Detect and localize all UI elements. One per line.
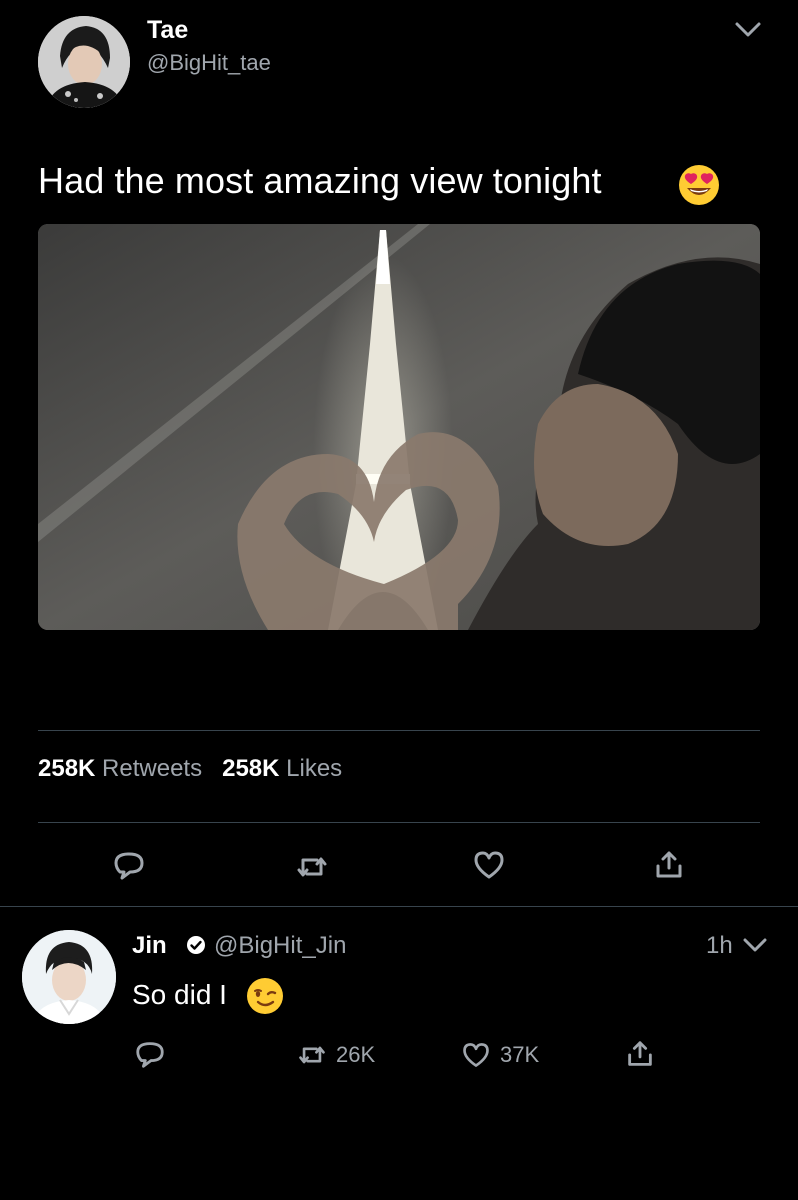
like-icon xyxy=(463,1043,489,1067)
author-handle[interactable]: @BigHit_tae xyxy=(147,50,271,76)
share-icon[interactable] xyxy=(652,848,686,882)
share-icon[interactable] xyxy=(624,1038,656,1070)
reply-icon[interactable] xyxy=(112,848,146,882)
divider xyxy=(38,730,760,731)
author-name[interactable]: Tae xyxy=(147,16,188,45)
author-avatar[interactable] xyxy=(38,16,130,108)
retweets-label[interactable]: Retweets xyxy=(102,755,202,782)
retweets-count[interactable]: 258K xyxy=(38,755,95,782)
likes-label[interactable]: Likes xyxy=(286,755,342,782)
reply-author-avatar[interactable] xyxy=(22,930,116,1024)
chevron-down-icon[interactable] xyxy=(742,937,768,955)
reply-retweets-count: 26K xyxy=(336,1042,376,1067)
verified-badge-icon xyxy=(187,936,205,954)
tweet-photo[interactable] xyxy=(38,224,760,630)
tweet-text: Had the most amazing view tonight xyxy=(38,160,602,201)
tweet-stats: 258K Retweets 258K Likes xyxy=(38,755,342,783)
reply-likes-count: 37K xyxy=(500,1042,540,1067)
retweet-icon[interactable] xyxy=(295,850,329,884)
divider xyxy=(38,822,760,823)
reply-text: So did I xyxy=(132,979,227,1010)
divider xyxy=(0,906,798,907)
chevron-down-icon[interactable] xyxy=(734,20,762,40)
heart-eyes-emoji-icon xyxy=(679,165,719,205)
reply-icon[interactable] xyxy=(134,1038,166,1070)
like-icon[interactable] xyxy=(472,848,506,882)
reply-author-handle[interactable]: @BigHit_Jin xyxy=(214,932,346,960)
reply-like-button[interactable]: 37K xyxy=(460,1040,539,1070)
reply-timestamp[interactable]: 1h xyxy=(706,932,733,960)
retweet-icon xyxy=(299,1046,325,1064)
reply-retweet-button[interactable]: 26K xyxy=(296,1040,375,1070)
winking-face-emoji-icon xyxy=(247,978,283,1014)
likes-count[interactable]: 258K xyxy=(222,755,279,782)
reply-author-name[interactable]: Jin xyxy=(132,932,167,960)
